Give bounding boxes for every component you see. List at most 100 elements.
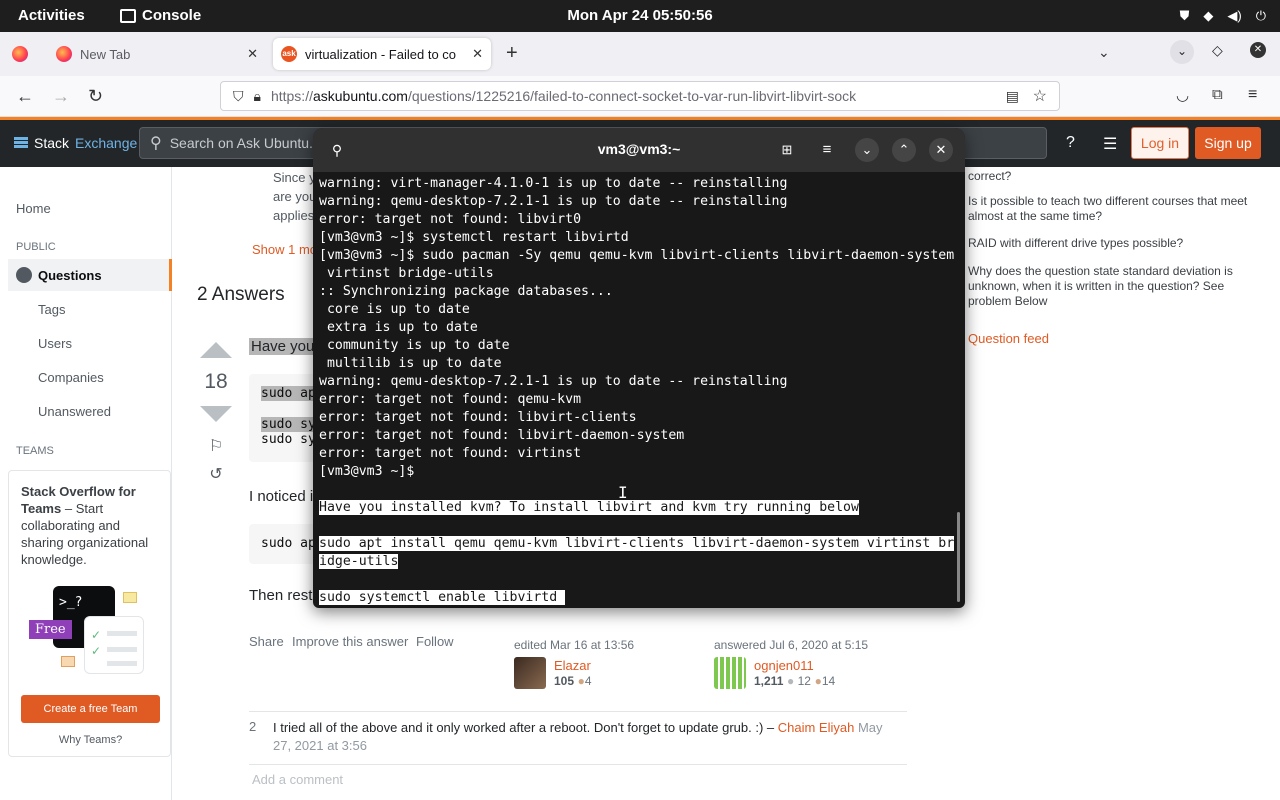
stackexchange-logo[interactable]: Stack Exchange [14, 135, 137, 151]
askubuntu-favicon-icon: ask [281, 46, 297, 62]
editor-name[interactable]: Elazar [554, 658, 591, 673]
logo-text-b: Exchange [75, 135, 138, 151]
globe-icon [16, 267, 32, 283]
why-teams-link[interactable]: Why Teams? [9, 732, 172, 749]
system-tray[interactable]: ⛊ ◆ ◀) ⏻ [1180, 8, 1266, 24]
list-tabs-chevron-icon[interactable]: ⌄ [1098, 44, 1110, 61]
bookmark-star-icon[interactable]: ☆ [1033, 86, 1047, 106]
code-line: sudo sy [261, 432, 316, 447]
new-tab-plus-icon[interactable]: + [506, 42, 518, 65]
terminal-line: core is up to date [319, 302, 470, 317]
nav-home[interactable]: Home [16, 201, 51, 216]
bronze-badge-count: ●4 [577, 674, 592, 688]
terminal-selected-line [319, 571, 959, 589]
reader-view-icon[interactable]: ▤ [1006, 88, 1019, 105]
follow-link[interactable]: Follow [416, 634, 454, 649]
nav-tags[interactable]: Tags [38, 302, 65, 317]
shield-icon[interactable]: ⛉ [233, 88, 244, 105]
nav-companies[interactable]: Companies [38, 370, 104, 385]
hamburger-menu-icon[interactable]: ≡ [1248, 86, 1257, 104]
terminal-line: multilib is up to date [319, 356, 502, 371]
teams-illustration: >_? Free ✓ ✓ [29, 586, 149, 678]
comment-divider [249, 711, 907, 712]
close-icon[interactable]: ✕ [472, 46, 483, 62]
checklist-line [107, 647, 137, 652]
hot-question-link[interactable]: RAID with different drive types possible… [968, 236, 1248, 251]
question-feed-link[interactable]: Question feed [968, 331, 1248, 346]
comment-text: I tried all of the above and it only wor… [273, 719, 913, 755]
add-comment-link[interactable]: Add a comment [252, 772, 343, 787]
activities-button[interactable]: Activities [18, 7, 85, 24]
hot-question-link[interactable]: Is it possible to teach two different co… [968, 194, 1248, 224]
history-icon[interactable]: ↺ [200, 464, 232, 484]
login-button[interactable]: Log in [1131, 127, 1189, 159]
signup-button[interactable]: Sign up [1195, 127, 1261, 159]
checklist-line [107, 661, 137, 666]
speech-bubble-icon [61, 656, 75, 667]
terminal-line: error: target not found: libvirt-daemon-… [319, 428, 685, 443]
diamond-icon[interactable]: ◇ [1212, 42, 1223, 59]
app-menu[interactable]: Console [120, 7, 201, 24]
hot-question-link[interactable]: correct? [968, 169, 1248, 184]
reload-icon[interactable]: ↻ [88, 86, 103, 107]
show-more-comments-link[interactable]: Show 1 mo [252, 242, 317, 257]
new-tab-icon[interactable]: ⊞ [775, 138, 799, 162]
terminal-selected-line: sudo apt install qemu qemu-kvm libvirt-c… [319, 536, 955, 551]
terminal-selected-line: idge-utils [319, 554, 399, 569]
chevron-down-icon[interactable]: ⌄ [1170, 40, 1194, 64]
tab-virtualization[interactable]: ask virtualization - Failed to co ✕ [273, 38, 491, 70]
browser-tab-bar: New Tab ✕ ask virtualization - Failed to… [0, 32, 1280, 76]
terminal-scrollbar[interactable] [957, 512, 960, 602]
terminal-line: error: target not found: virtinst [319, 446, 582, 461]
nav-unanswered[interactable]: Unanswered [38, 404, 111, 419]
avatar[interactable] [514, 657, 546, 689]
help-icon[interactable]: ? [1066, 134, 1075, 152]
answer-text: I noticed i [249, 488, 314, 505]
downvote-arrow-icon[interactable] [200, 406, 232, 422]
terminal-window[interactable]: ⚲ vm3@vm3:~ ⊞ ≡ ⌄ ⌃ ✕ warning: virt-mana… [313, 128, 965, 608]
upvote-arrow-icon[interactable] [200, 342, 232, 358]
avatar[interactable] [714, 657, 746, 689]
site-switcher-icon[interactable]: ☰ [1103, 134, 1117, 154]
maximize-chevron-icon[interactable]: ⌃ [892, 138, 916, 162]
hamburger-menu-icon[interactable]: ≡ [815, 138, 839, 162]
nav-section-public: PUBLIC [16, 241, 56, 253]
answered-timestamp[interactable]: answered Jul 6, 2020 at 5:15 [714, 638, 868, 652]
firefox-icon[interactable] [12, 46, 28, 62]
edited-timestamp[interactable]: edited Mar 16 at 13:56 [514, 638, 634, 652]
improve-answer-link[interactable]: Improve this answer [292, 634, 408, 649]
lock-icon[interactable]: 🔒︎ [254, 88, 261, 105]
close-icon[interactable]: ✕ [247, 46, 258, 62]
answerer-name[interactable]: ognjen011 [754, 658, 814, 673]
browser-nav-bar: ← → ↻ ⛉ 🔒︎ https://askubuntu.com/questio… [0, 76, 1280, 117]
terminal-line: error: target not found: libvirt0 [319, 212, 582, 227]
pocket-icon[interactable]: ◡ [1176, 86, 1189, 104]
teams-promo: Stack Overflow for Teams – Start collabo… [8, 470, 171, 757]
terminal-output[interactable]: warning: virt-manager-4.1.0-1 is up to d… [319, 175, 959, 607]
system-top-bar: Activities Console Mon Apr 24 05:50:56 ⛊… [0, 0, 1280, 32]
url-bar[interactable]: ⛉ 🔒︎ https://askubuntu.com/questions/122… [220, 81, 1060, 111]
minimize-chevron-icon[interactable]: ⌄ [855, 138, 879, 162]
window-close-icon[interactable]: ✕ [1250, 42, 1266, 58]
terminal-selected-line: Have you installed kvm? To install libvi… [319, 500, 859, 515]
terminal-headerbar[interactable]: ⚲ vm3@vm3:~ ⊞ ≡ ⌄ ⌃ ✕ [313, 128, 965, 172]
comment-date[interactable]: May [858, 720, 883, 735]
bookmark-icon[interactable]: ⚐ [200, 436, 232, 456]
network-icon: ◆ [1203, 8, 1214, 23]
nav-questions[interactable]: Questions [8, 259, 172, 291]
create-team-button[interactable]: Create a free Team [21, 695, 160, 723]
hot-question-link[interactable]: Why does the question state standard dev… [968, 264, 1248, 309]
comment-fragment: are you [273, 189, 317, 204]
forward-arrow-icon[interactable]: → [52, 86, 70, 107]
close-icon[interactable]: ✕ [929, 138, 953, 162]
speech-bubble-icon [123, 592, 137, 603]
silver-badge-count: ● 12 [787, 674, 811, 688]
back-arrow-icon[interactable]: ← [16, 86, 34, 107]
tab-new-tab[interactable]: New Tab ✕ [48, 38, 266, 70]
comment-author[interactable]: Chaim Eliyah [778, 720, 855, 735]
terminal-selected-line [319, 517, 959, 535]
nav-users[interactable]: Users [38, 336, 72, 351]
share-link[interactable]: Share [249, 634, 284, 649]
comment-date[interactable]: 27, 2021 at 3:56 [273, 738, 367, 753]
extensions-icon[interactable]: ⧉ [1212, 86, 1223, 103]
